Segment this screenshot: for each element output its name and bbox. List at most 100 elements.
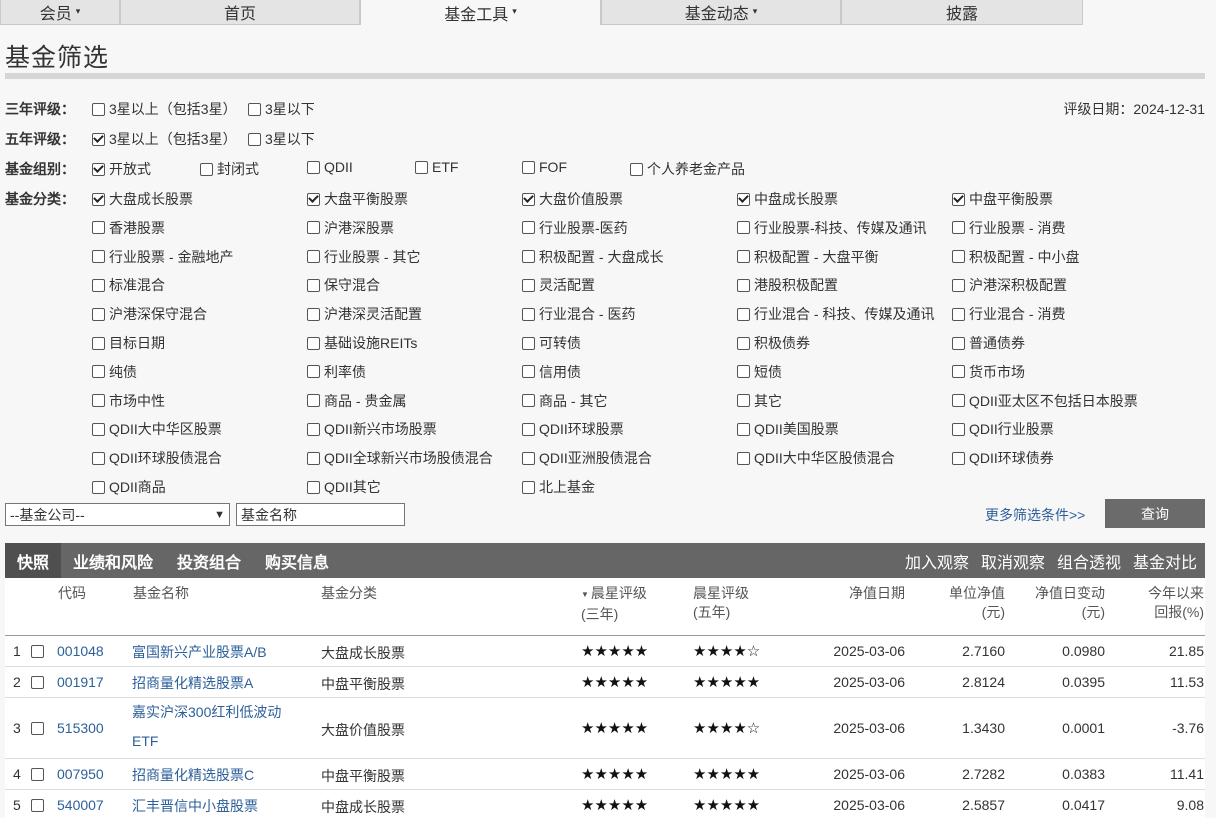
fund-company-select[interactable]: --基金公司-- ▼ bbox=[5, 503, 230, 526]
fund-category-option-4[interactable]: 中盘平衡股票 bbox=[952, 189, 1053, 209]
fund-category-option-21[interactable]: 沪港深灵活配置 bbox=[307, 304, 422, 324]
checkbox-unchecked[interactable] bbox=[248, 102, 261, 116]
checkbox-unchecked[interactable] bbox=[630, 162, 643, 176]
fund-category-option-18[interactable]: 港股积极配置 bbox=[737, 275, 838, 295]
col-rating-3y[interactable]: ▼ 晨星评级 (三年) bbox=[581, 584, 647, 624]
fund-code-link[interactable]: 515300 bbox=[57, 720, 104, 736]
checkbox-unchecked[interactable] bbox=[522, 250, 535, 264]
fund-category-option-17[interactable]: 灵活配置 bbox=[522, 275, 595, 295]
fund-category-option-28[interactable]: 积极债券 bbox=[737, 333, 810, 353]
checkbox-checked[interactable] bbox=[952, 192, 965, 206]
checkbox-unchecked[interactable] bbox=[307, 394, 320, 408]
fund-category-option-9[interactable]: 行业股票 - 消费 bbox=[952, 218, 1065, 238]
col-fund-name[interactable]: 基金名称 bbox=[133, 584, 189, 603]
fund-category-option-23[interactable]: 行业混合 - 科技、传媒及通讯 bbox=[737, 304, 934, 324]
rating-option-five-year-1[interactable]: 3星以下 bbox=[248, 129, 315, 149]
checkbox-unchecked[interactable] bbox=[522, 451, 535, 465]
nav-tab-fund-news[interactable]: 基金动态 ▾ bbox=[601, 0, 841, 25]
checkbox-unchecked[interactable] bbox=[92, 365, 105, 379]
checkbox-unchecked[interactable] bbox=[737, 422, 750, 436]
col-category[interactable]: 基金分类 bbox=[321, 584, 377, 603]
fund-category-option-38[interactable]: 其它 bbox=[737, 391, 782, 411]
checkbox-unchecked[interactable] bbox=[522, 221, 535, 235]
fund-category-option-11[interactable]: 行业股票 - 其它 bbox=[307, 247, 420, 267]
remove-watch-button[interactable]: 取消观察 bbox=[981, 549, 1045, 573]
tab-portfolio[interactable]: 投资组合 bbox=[165, 543, 253, 578]
checkbox-unchecked[interactable] bbox=[737, 221, 750, 235]
fund-category-option-29[interactable]: 普通债券 bbox=[952, 333, 1025, 353]
fund-category-option-8[interactable]: 行业股票-科技、传媒及通讯 bbox=[737, 218, 927, 238]
checkbox-unchecked[interactable] bbox=[307, 336, 320, 350]
checkbox-unchecked[interactable] bbox=[307, 307, 320, 321]
tab-purchase-info[interactable]: 购买信息 bbox=[253, 543, 341, 578]
checkbox-checked[interactable] bbox=[92, 132, 105, 146]
checkbox-unchecked[interactable] bbox=[952, 394, 965, 408]
tab-performance-risk[interactable]: 业绩和风险 bbox=[61, 543, 165, 578]
nav-tab-member[interactable]: 会员 ▾ bbox=[0, 0, 120, 25]
checkbox-unchecked[interactable] bbox=[307, 221, 320, 235]
fund-compare-button[interactable]: 基金对比 bbox=[1133, 549, 1197, 573]
checkbox-unchecked[interactable] bbox=[522, 307, 535, 321]
checkbox-unchecked[interactable] bbox=[92, 451, 105, 465]
checkbox-unchecked[interactable] bbox=[307, 278, 320, 292]
checkbox-unchecked[interactable] bbox=[952, 250, 965, 264]
fund-category-option-13[interactable]: 积极配置 - 大盘平衡 bbox=[737, 247, 878, 267]
fund-category-option-24[interactable]: 行业混合 - 消费 bbox=[952, 304, 1065, 324]
fund-category-option-45[interactable]: QDII环球股债混合 bbox=[92, 448, 222, 468]
checkbox-unchecked[interactable] bbox=[92, 221, 105, 235]
checkbox-unchecked[interactable] bbox=[952, 221, 965, 235]
fund-category-option-22[interactable]: 行业混合 - 医药 bbox=[522, 304, 635, 324]
checkbox-unchecked[interactable] bbox=[200, 162, 213, 176]
checkbox-unchecked[interactable] bbox=[952, 451, 965, 465]
add-watch-button[interactable]: 加入观察 bbox=[905, 549, 969, 573]
rating-option-three-year-1[interactable]: 3星以下 bbox=[248, 99, 315, 119]
checkbox-unchecked[interactable] bbox=[522, 422, 535, 436]
fund-group-option-2[interactable]: QDII bbox=[307, 159, 353, 175]
checkbox-unchecked[interactable] bbox=[92, 307, 105, 321]
fund-category-option-35[interactable]: 市场中性 bbox=[92, 391, 165, 411]
nav-tab-fund-tools[interactable]: 基金工具 ▾ bbox=[360, 0, 601, 25]
checkbox-unchecked[interactable] bbox=[307, 365, 320, 379]
checkbox-unchecked[interactable] bbox=[522, 394, 535, 408]
portfolio-xray-button[interactable]: 组合透视 bbox=[1057, 549, 1121, 573]
fund-name-link[interactable]: 汇丰晋信中小盘股票 bbox=[132, 797, 258, 816]
fund-category-option-25[interactable]: 目标日期 bbox=[92, 333, 165, 353]
nav-tab-home[interactable]: 首页 bbox=[120, 0, 360, 25]
rating-option-five-year-0[interactable]: 3星以上（包括3星） bbox=[92, 129, 237, 149]
fund-category-option-5[interactable]: 香港股票 bbox=[92, 218, 165, 238]
checkbox-unchecked[interactable] bbox=[522, 480, 535, 494]
checkbox-unchecked[interactable] bbox=[92, 102, 105, 116]
fund-group-option-1[interactable]: 封闭式 bbox=[200, 159, 259, 179]
checkbox-checked[interactable] bbox=[522, 192, 535, 206]
fund-category-option-51[interactable]: QDII其它 bbox=[307, 477, 381, 497]
query-button[interactable]: 查询 bbox=[1105, 499, 1205, 528]
checkbox-unchecked[interactable] bbox=[248, 132, 261, 146]
fund-category-option-7[interactable]: 行业股票-医药 bbox=[522, 218, 628, 238]
col-ytd-return[interactable]: 今年以来 回报(%) bbox=[1115, 584, 1204, 622]
nav-tab-disclosure[interactable]: 披露 bbox=[841, 0, 1083, 25]
checkbox-unchecked[interactable] bbox=[737, 307, 750, 321]
col-rating-5y[interactable]: 晨星评级 (五年) bbox=[693, 584, 749, 622]
fund-category-option-14[interactable]: 积极配置 - 中小盘 bbox=[952, 247, 1079, 267]
checkbox-unchecked[interactable] bbox=[952, 422, 965, 436]
fund-group-option-0[interactable]: 开放式 bbox=[92, 159, 151, 179]
fund-category-option-39[interactable]: QDII亚太区不包括日本股票 bbox=[952, 391, 1138, 411]
checkbox-unchecked[interactable] bbox=[307, 480, 320, 494]
checkbox-unchecked[interactable] bbox=[92, 250, 105, 264]
checkbox-unchecked[interactable] bbox=[952, 336, 965, 350]
fund-category-option-37[interactable]: 商品 - 其它 bbox=[522, 391, 607, 411]
fund-name-input[interactable]: 基金名称 bbox=[236, 503, 405, 526]
fund-category-option-49[interactable]: QDII环球债券 bbox=[952, 448, 1054, 468]
fund-category-option-44[interactable]: QDII行业股票 bbox=[952, 419, 1054, 439]
checkbox-unchecked[interactable] bbox=[92, 480, 105, 494]
fund-category-option-32[interactable]: 信用债 bbox=[522, 362, 581, 382]
fund-category-option-52[interactable]: 北上基金 bbox=[522, 477, 595, 497]
fund-category-option-48[interactable]: QDII大中华区股债混合 bbox=[737, 448, 895, 468]
checkbox-unchecked[interactable] bbox=[92, 422, 105, 436]
checkbox-unchecked[interactable] bbox=[737, 336, 750, 350]
col-unit-nav[interactable]: 单位净值 (元) bbox=[915, 584, 1005, 622]
checkbox-checked[interactable] bbox=[307, 192, 320, 206]
fund-code-link[interactable]: 001048 bbox=[57, 643, 104, 659]
fund-category-option-50[interactable]: QDII商品 bbox=[92, 477, 166, 497]
tab-snapshot[interactable]: 快照 bbox=[5, 543, 62, 578]
